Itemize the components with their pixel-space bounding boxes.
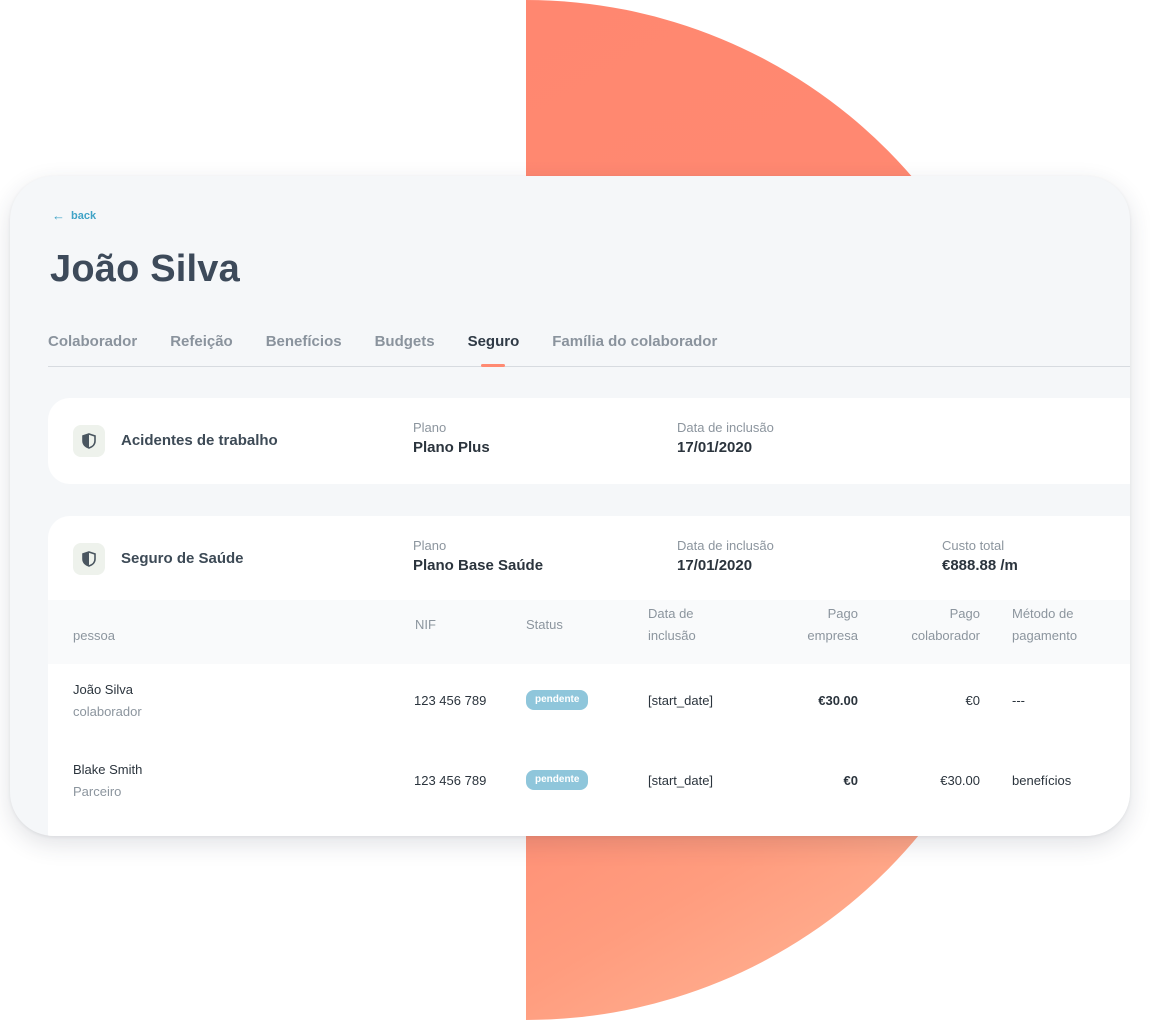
tab-familia-colaborador[interactable]: Família do colaborador [552, 332, 717, 366]
tab-colaborador[interactable]: Colaborador [48, 332, 137, 366]
insurance-name: Acidentes de trabalho [121, 432, 278, 449]
tab-budgets[interactable]: Budgets [375, 332, 435, 366]
col-header-text: Método de [1012, 606, 1074, 621]
col-header-status: Status [526, 617, 563, 632]
inclusion-date-label: Data de inclusão [677, 538, 774, 553]
col-header-inclusion-date: Data de inclusão [648, 603, 696, 647]
col-header-person: pessoa [73, 628, 115, 643]
inclusion-date-value: 17/01/2020 [677, 557, 753, 574]
inclusion-date: [start_date] [648, 773, 714, 788]
col-header-text: empresa [807, 628, 858, 643]
back-link[interactable]: ← back [52, 209, 96, 222]
inclusion-date-field: Data de inclusão 17/01/2020 [677, 538, 774, 574]
payment-method: --- [1012, 693, 1025, 708]
paid-employee: €0 [965, 693, 980, 708]
person-name: Blake Smith [73, 762, 143, 777]
col-header-text: Data de [648, 606, 694, 621]
tab-bar: Colaborador Refeição Benefícios Budgets … [48, 332, 1130, 367]
paid-company: €0 [843, 773, 858, 788]
tab-seguro[interactable]: Seguro [468, 332, 519, 367]
shield-icon [73, 543, 105, 575]
page-title: João Silva [50, 248, 240, 290]
table-header: pessoa NIF Status Data de inclusão Pago … [48, 600, 1130, 664]
arrow-left-icon: ← [52, 208, 65, 223]
person-nif: 123 456 789 [414, 773, 487, 788]
total-cost-label: Custo total [942, 538, 1005, 553]
tab-beneficios[interactable]: Benefícios [266, 332, 342, 366]
plan-field: Plano Plano Base Saúde [413, 538, 543, 574]
insurance-panel-work-accidents: Acidentes de trabalho Plano Plano Plus D… [48, 398, 1130, 484]
col-header-paid-company: Pago empresa [778, 603, 858, 647]
col-header-paid-employee: Pago colaborador [890, 603, 980, 647]
plan-value: Plano Plus [413, 439, 490, 456]
col-header-payment-method: Método de pagamento [1012, 603, 1077, 647]
col-header-text: pagamento [1012, 628, 1078, 643]
col-header-text: inclusão [648, 628, 696, 643]
plan-label: Plano [413, 538, 447, 553]
insurance-panel-health: Seguro de Saúde Plano Plano Base Saúde D… [48, 516, 1130, 836]
status-badge: pendente [526, 770, 589, 790]
person-nif: 123 456 789 [414, 693, 487, 708]
back-label: back [71, 209, 97, 222]
inclusion-date: [start_date] [648, 693, 714, 708]
col-header-text: colaborador [911, 628, 980, 643]
total-cost-value: €888.88 /m [942, 557, 1018, 574]
col-header-nif: NIF [415, 617, 436, 632]
inclusion-date-label: Data de inclusão [677, 420, 774, 435]
employee-detail-card: ← back João Silva Colaborador Refeição B… [10, 176, 1130, 836]
inclusion-date-value: 17/01/2020 [677, 439, 753, 456]
total-cost-field: Custo total €888.88 /m [942, 538, 1018, 574]
col-header-text: Pago [949, 606, 980, 621]
table-row[interactable]: Blake Smith Parceiro 123 456 789 pendent… [48, 754, 1130, 814]
insurance-name: Seguro de Saúde [121, 550, 244, 567]
person-name: João Silva [73, 682, 133, 697]
paid-employee: €30.00 [940, 773, 980, 788]
person-role: Parceiro [73, 784, 122, 799]
table-row[interactable]: João Silva colaborador 123 456 789 pende… [48, 674, 1130, 734]
col-header-text: Pago [827, 606, 858, 621]
status-badge: pendente [526, 690, 589, 710]
shield-icon [73, 425, 105, 457]
inclusion-date-field: Data de inclusão 17/01/2020 [677, 420, 774, 456]
person-role: colaborador [73, 704, 142, 719]
tab-refeicao[interactable]: Refeição [170, 332, 233, 366]
payment-method: benefícios [1012, 773, 1072, 788]
plan-field: Plano Plano Plus [413, 420, 490, 456]
plan-label: Plano [413, 420, 447, 435]
paid-company: €30.00 [818, 693, 858, 708]
plan-value: Plano Base Saúde [413, 557, 544, 574]
